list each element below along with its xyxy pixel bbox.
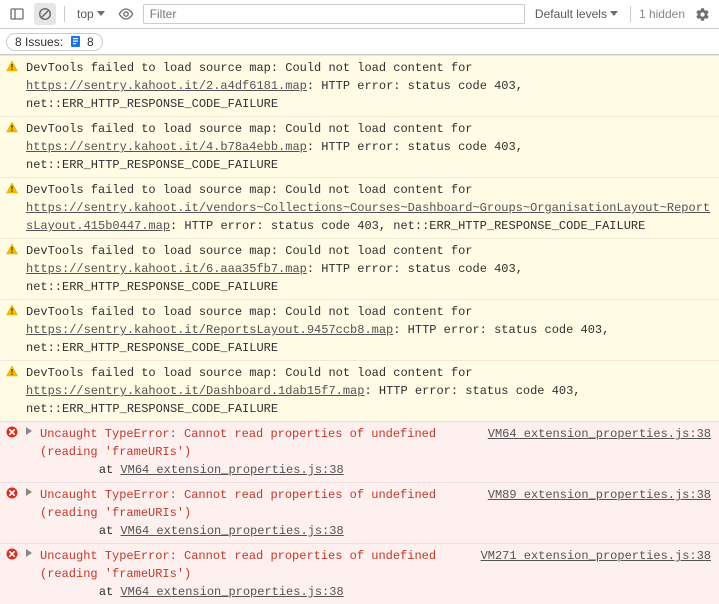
issues-label: 8 Issues:: [15, 35, 63, 49]
error-icon: [6, 547, 20, 560]
console-error[interactable]: Uncaught TypeError: Cannot read properti…: [0, 421, 719, 482]
console-messages: DevTools failed to load source map: Coul…: [0, 55, 719, 604]
console-warning[interactable]: DevTools failed to load source map: Coul…: [0, 55, 719, 116]
warning-icon: [6, 303, 20, 316]
log-levels-selector[interactable]: Default levels: [531, 7, 622, 21]
context-label: top: [77, 7, 94, 21]
message-text: DevTools failed to load source map: Coul…: [26, 120, 711, 174]
message-text: DevTools failed to load source map: Coul…: [26, 303, 711, 357]
toolbar-divider: [64, 6, 65, 22]
chevron-down-icon: [610, 11, 618, 17]
source-map-url[interactable]: https://sentry.kahoot.it/Dashboard.1dab1…: [26, 384, 364, 398]
live-expression-button[interactable]: [115, 3, 137, 25]
hidden-count[interactable]: 1 hidden: [639, 7, 685, 21]
expand-toggle[interactable]: [26, 547, 34, 557]
warning-icon: [6, 181, 20, 194]
warning-icon: [6, 364, 20, 377]
message-text: Uncaught TypeError: Cannot read properti…: [40, 486, 470, 540]
stack-frame-link[interactable]: VM64 extension_properties.js:38: [120, 524, 343, 538]
source-map-url[interactable]: https://sentry.kahoot.it/6.aaa35fb7.map: [26, 262, 307, 276]
issues-pill[interactable]: 8 Issues: 8: [6, 33, 103, 51]
console-warning[interactable]: DevTools failed to load source map: Coul…: [0, 360, 719, 421]
stack-frame-link[interactable]: VM64 extension_properties.js:38: [120, 585, 343, 599]
console-warning[interactable]: DevTools failed to load source map: Coul…: [0, 177, 719, 238]
warning-icon: [6, 120, 20, 133]
context-selector[interactable]: top: [73, 7, 109, 21]
filter-input[interactable]: [143, 4, 525, 24]
stack-frame-link[interactable]: VM64 extension_properties.js:38: [120, 463, 343, 477]
source-map-url[interactable]: https://sentry.kahoot.it/ReportsLayout.9…: [26, 323, 393, 337]
eye-icon: [118, 8, 134, 20]
source-map-url[interactable]: https://sentry.kahoot.it/2.a4df6181.map: [26, 79, 307, 93]
issues-bar: 8 Issues: 8: [0, 29, 719, 55]
source-map-url[interactable]: https://sentry.kahoot.it/4.b78a4ebb.map: [26, 140, 307, 154]
issues-count: 8: [87, 35, 94, 49]
console-error[interactable]: Uncaught TypeError: Cannot read properti…: [0, 482, 719, 543]
warning-icon: [6, 242, 20, 255]
message-source-link[interactable]: VM271 extension_properties.js:38: [481, 549, 711, 563]
issue-info-icon: [68, 35, 82, 49]
levels-label: Default levels: [535, 7, 607, 21]
console-error[interactable]: Uncaught TypeError: Cannot read properti…: [0, 543, 719, 604]
toolbar-divider: [630, 6, 631, 22]
console-toolbar: top Default levels 1 hidden: [0, 0, 719, 29]
message-text: Uncaught TypeError: Cannot read properti…: [40, 425, 470, 479]
message-text: Uncaught TypeError: Cannot read properti…: [40, 547, 463, 601]
message-source-link[interactable]: VM89 extension_properties.js:38: [488, 488, 711, 502]
message-source-link[interactable]: VM64 extension_properties.js:38: [488, 427, 711, 441]
console-settings-button[interactable]: [691, 3, 713, 25]
message-text: DevTools failed to load source map: Coul…: [26, 364, 711, 418]
sidebar-icon: [10, 7, 24, 21]
error-icon: [6, 486, 20, 499]
clear-icon: [38, 7, 52, 21]
console-warning[interactable]: DevTools failed to load source map: Coul…: [0, 116, 719, 177]
message-text: DevTools failed to load source map: Coul…: [26, 181, 711, 235]
chevron-down-icon: [97, 11, 105, 17]
console-warning[interactable]: DevTools failed to load source map: Coul…: [0, 299, 719, 360]
console-warning[interactable]: DevTools failed to load source map: Coul…: [0, 238, 719, 299]
message-text: DevTools failed to load source map: Coul…: [26, 59, 711, 113]
toggle-sidebar-button[interactable]: [6, 3, 28, 25]
gear-icon: [695, 7, 710, 22]
warning-icon: [6, 59, 20, 72]
error-icon: [6, 425, 20, 438]
expand-toggle[interactable]: [26, 486, 34, 496]
clear-console-button[interactable]: [34, 3, 56, 25]
message-text: DevTools failed to load source map: Coul…: [26, 242, 711, 296]
expand-toggle[interactable]: [26, 425, 34, 435]
